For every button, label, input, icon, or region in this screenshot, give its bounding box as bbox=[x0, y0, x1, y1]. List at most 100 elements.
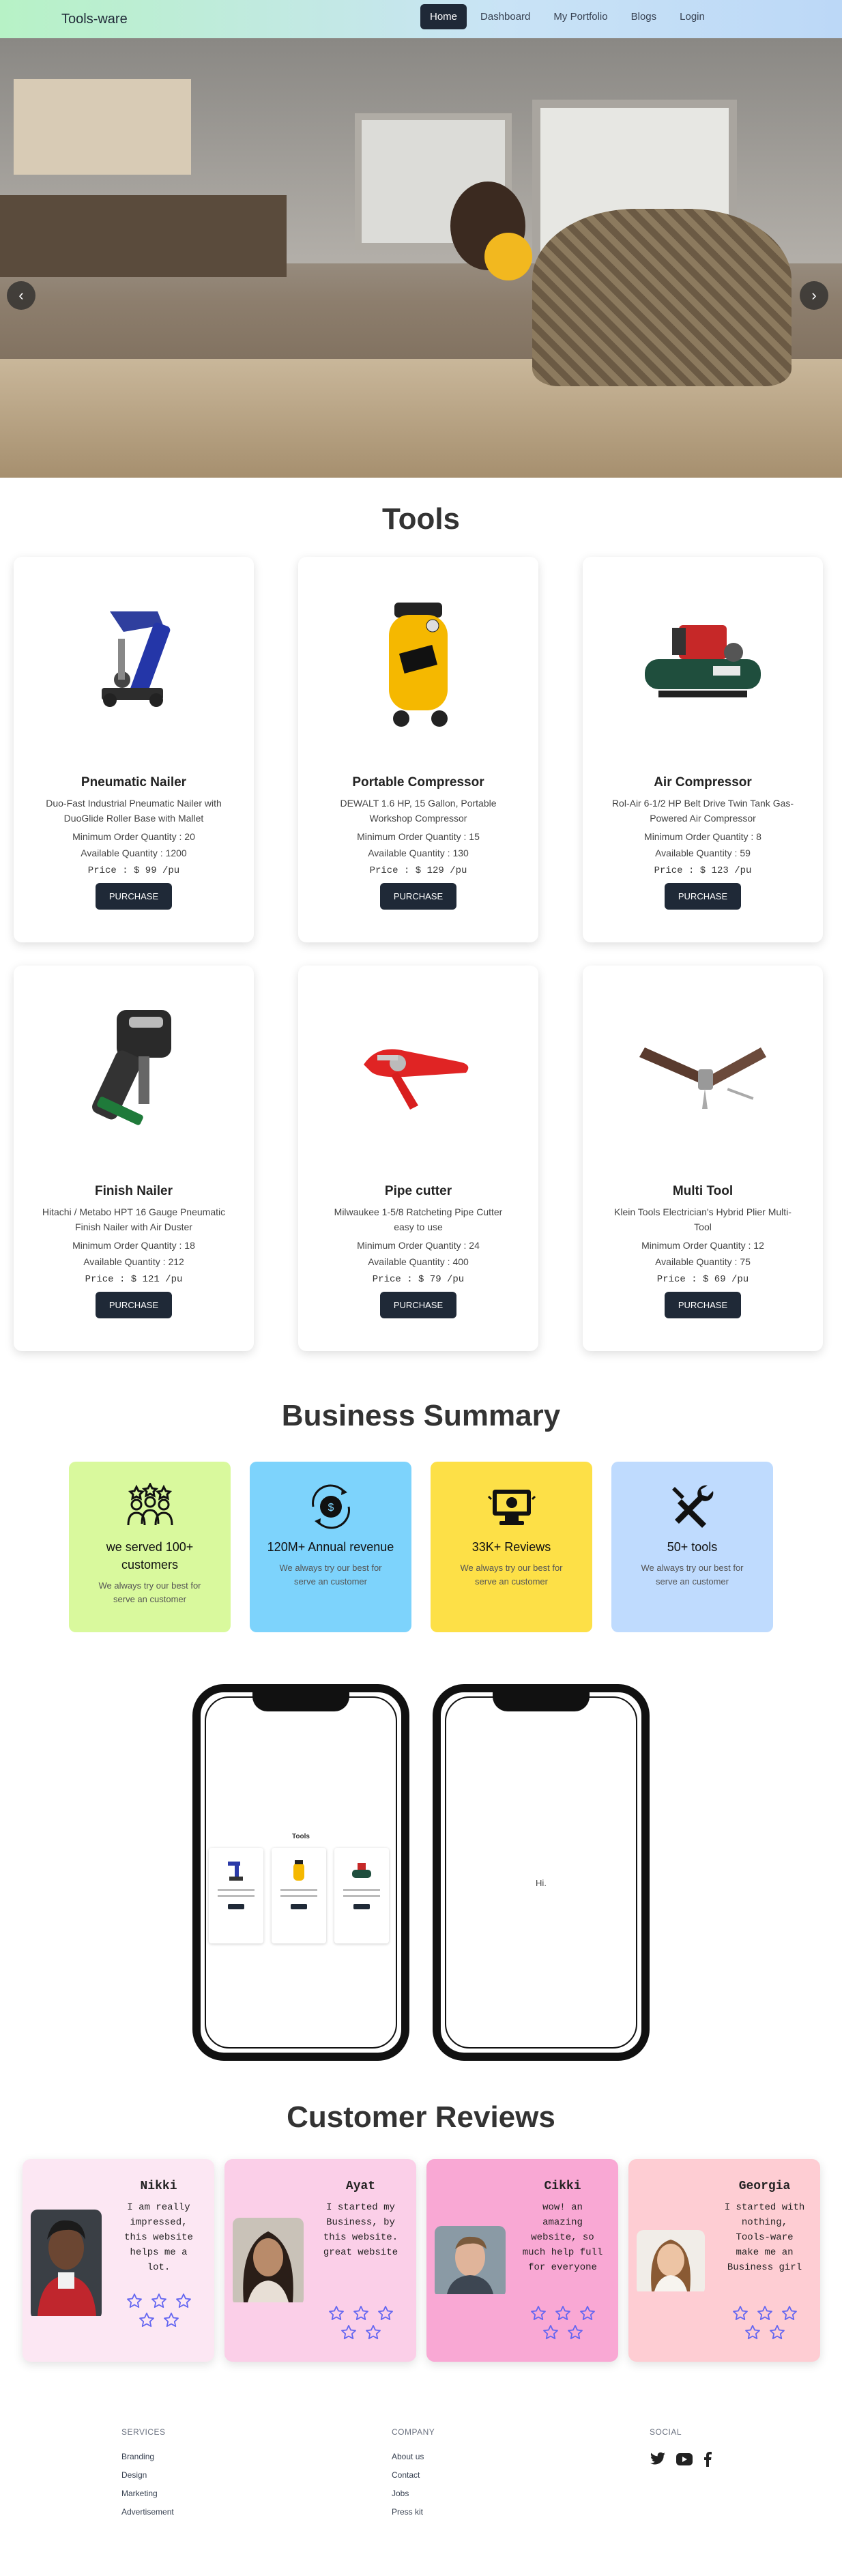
nav-my-portfolio[interactable]: My Portfolio bbox=[544, 4, 617, 29]
brand-logo[interactable]: Tools-ware bbox=[61, 12, 128, 27]
tool-card: Pipe cutter Milwaukee 1-5/8 Ratcheting Pi… bbox=[298, 966, 538, 1351]
footer-link-branding[interactable]: Branding bbox=[121, 2452, 392, 2461]
star-icon bbox=[757, 2306, 772, 2320]
star-icon bbox=[567, 2325, 583, 2339]
tool-image bbox=[347, 1000, 490, 1143]
rating-stars bbox=[522, 2305, 604, 2341]
tool-available-qty: Available Quantity : 400 bbox=[368, 1256, 469, 1267]
nav-dashboard[interactable]: Dashboard bbox=[471, 4, 540, 29]
footer-company-heading: COMPANY bbox=[392, 2427, 435, 2437]
tool-card: Multi Tool Klein Tools Electrician's Hybr… bbox=[583, 966, 823, 1351]
customer-reviews-title: Customer Reviews bbox=[287, 2100, 555, 2134]
tool-min-order: Minimum Order Quantity : 20 bbox=[72, 831, 195, 842]
review-text: wow! an amazing website, so much help fu… bbox=[522, 2202, 603, 2273]
carousel-next-button[interactable]: › bbox=[800, 281, 828, 310]
footer-services-heading: SERVICES bbox=[121, 2427, 166, 2437]
business-summary-card: 33K+ Reviews We always try our best for s… bbox=[431, 1462, 592, 1632]
star-icon bbox=[530, 2306, 546, 2320]
footer-link-about-us[interactable]: About us bbox=[392, 2452, 650, 2461]
tool-image bbox=[62, 591, 205, 734]
tools-icon bbox=[665, 1482, 720, 1531]
tool-available-qty: Available Quantity : 75 bbox=[655, 1256, 751, 1267]
purchase-button[interactable]: PURCHASE bbox=[664, 1292, 742, 1318]
tool-available-qty: Available Quantity : 59 bbox=[655, 848, 751, 858]
purchase-button[interactable]: PURCHASE bbox=[379, 883, 457, 910]
nav-links: Home Dashboard My Portfolio Blogs Login bbox=[420, 4, 714, 29]
tool-price: Price : $ 123 /pu bbox=[654, 865, 752, 876]
purchase-button[interactable]: PURCHASE bbox=[95, 883, 173, 910]
footer-link-marketing[interactable]: Marketing bbox=[121, 2489, 392, 2498]
star-icon bbox=[377, 2306, 393, 2320]
review-text: I am really impressed, this website help… bbox=[124, 2202, 193, 2273]
star-icon bbox=[781, 2306, 797, 2320]
tool-price: Price : $ 99 /pu bbox=[87, 865, 180, 876]
nav-home[interactable]: Home bbox=[420, 4, 467, 29]
twitter-icon[interactable] bbox=[650, 2452, 666, 2467]
tools-grid: Pneumatic Nailer Duo-Fast Industrial Pneu… bbox=[0, 557, 842, 1351]
nav-blogs[interactable]: Blogs bbox=[622, 4, 667, 29]
tool-description: Duo-Fast Industrial Pneumatic Nailer wit… bbox=[46, 798, 222, 824]
review-monitor-icon bbox=[484, 1482, 539, 1531]
tool-image bbox=[62, 1000, 205, 1143]
tool-image bbox=[347, 591, 490, 734]
revenue-icon: $ bbox=[304, 1482, 358, 1531]
purchase-button[interactable]: PURCHASE bbox=[95, 1292, 173, 1318]
facebook-icon[interactable] bbox=[703, 2452, 712, 2467]
mini-tools-title: Tools bbox=[292, 1833, 310, 1840]
tool-name: Portable Compressor bbox=[352, 775, 484, 790]
star-icon bbox=[365, 2325, 381, 2339]
carousel-prev-button[interactable]: ‹ bbox=[7, 281, 35, 310]
purchase-button[interactable]: PURCHASE bbox=[664, 883, 742, 910]
hero-carousel: ‹ › bbox=[0, 38, 842, 478]
svg-text:$: $ bbox=[328, 1502, 334, 1514]
chevron-left-icon: ‹ bbox=[18, 287, 24, 304]
tool-card: Finish Nailer Hitachi / Metabo HPT 16 Gau… bbox=[14, 966, 254, 1351]
star-icon bbox=[579, 2306, 595, 2320]
mini-tool-card bbox=[334, 1848, 389, 1943]
star-icon bbox=[542, 2325, 558, 2339]
rating-stars bbox=[320, 2305, 402, 2341]
footer-link-design[interactable]: Design bbox=[121, 2470, 392, 2480]
footer-link-jobs[interactable]: Jobs bbox=[392, 2489, 650, 2498]
business-summary-title: Business Summary bbox=[281, 1399, 561, 1432]
footer-social: SOCIAL bbox=[650, 2427, 712, 2526]
tool-description: Rol-Air 6-1/2 HP Belt Drive Twin Tank Ga… bbox=[611, 798, 794, 824]
mini-tool-card bbox=[272, 1848, 326, 1943]
review-card: Georgia I started with nothing, Tools-war… bbox=[628, 2159, 820, 2362]
tool-image bbox=[631, 591, 774, 734]
air-compressor-icon bbox=[352, 1863, 371, 1878]
footer-link-contact[interactable]: Contact bbox=[392, 2470, 650, 2480]
review-text: I started with nothing, Tools-ware make … bbox=[724, 2202, 805, 2273]
star-icon bbox=[328, 2306, 344, 2320]
business-stat-heading: we served 100+ customers bbox=[106, 1540, 194, 1572]
rating-stars bbox=[724, 2305, 806, 2341]
phone-mockups: Tools Hi. bbox=[0, 1684, 842, 2061]
tool-min-order: Minimum Order Quantity : 15 bbox=[357, 831, 480, 842]
rating-stars bbox=[118, 2293, 200, 2328]
business-stat-text: We always try our best for serve an cust… bbox=[460, 1563, 563, 1587]
business-stat-text: We always try our best for serve an cust… bbox=[641, 1563, 744, 1587]
tool-description: Hitachi / Metabo HPT 16 Gauge Pneumatic … bbox=[42, 1206, 226, 1232]
reviewer-name: Nikki bbox=[140, 2180, 177, 2193]
star-icon bbox=[126, 2293, 142, 2308]
avatar bbox=[30, 2210, 102, 2319]
reviewer-name: Cikki bbox=[544, 2180, 581, 2193]
phone-mockup-tools: Tools bbox=[192, 1684, 409, 2061]
purchase-button[interactable]: PURCHASE bbox=[379, 1292, 457, 1318]
reviewer-name: Georgia bbox=[738, 2180, 791, 2193]
tool-min-order: Minimum Order Quantity : 18 bbox=[72, 1240, 195, 1251]
footer-social-heading: SOCIAL bbox=[650, 2427, 682, 2437]
business-summary-cards: we served 100+ customers We always try ou… bbox=[0, 1462, 842, 1632]
chevron-right-icon: › bbox=[811, 287, 817, 304]
star-icon bbox=[555, 2306, 570, 2320]
nav-login[interactable]: Login bbox=[670, 4, 714, 29]
tool-name: Air Compressor bbox=[654, 775, 752, 790]
phone-mockup-hi: Hi. bbox=[433, 1684, 650, 2061]
youtube-icon[interactable] bbox=[676, 2452, 693, 2466]
tool-card: Air Compressor Rol-Air 6-1/2 HP Belt Driv… bbox=[583, 557, 823, 942]
star-icon bbox=[340, 2325, 356, 2339]
tool-name: Multi Tool bbox=[672, 1184, 734, 1198]
footer-link-advertisement[interactable]: Advertisement bbox=[121, 2507, 392, 2517]
star-icon bbox=[732, 2306, 748, 2320]
footer-link-press-kit[interactable]: Press kit bbox=[392, 2507, 650, 2517]
